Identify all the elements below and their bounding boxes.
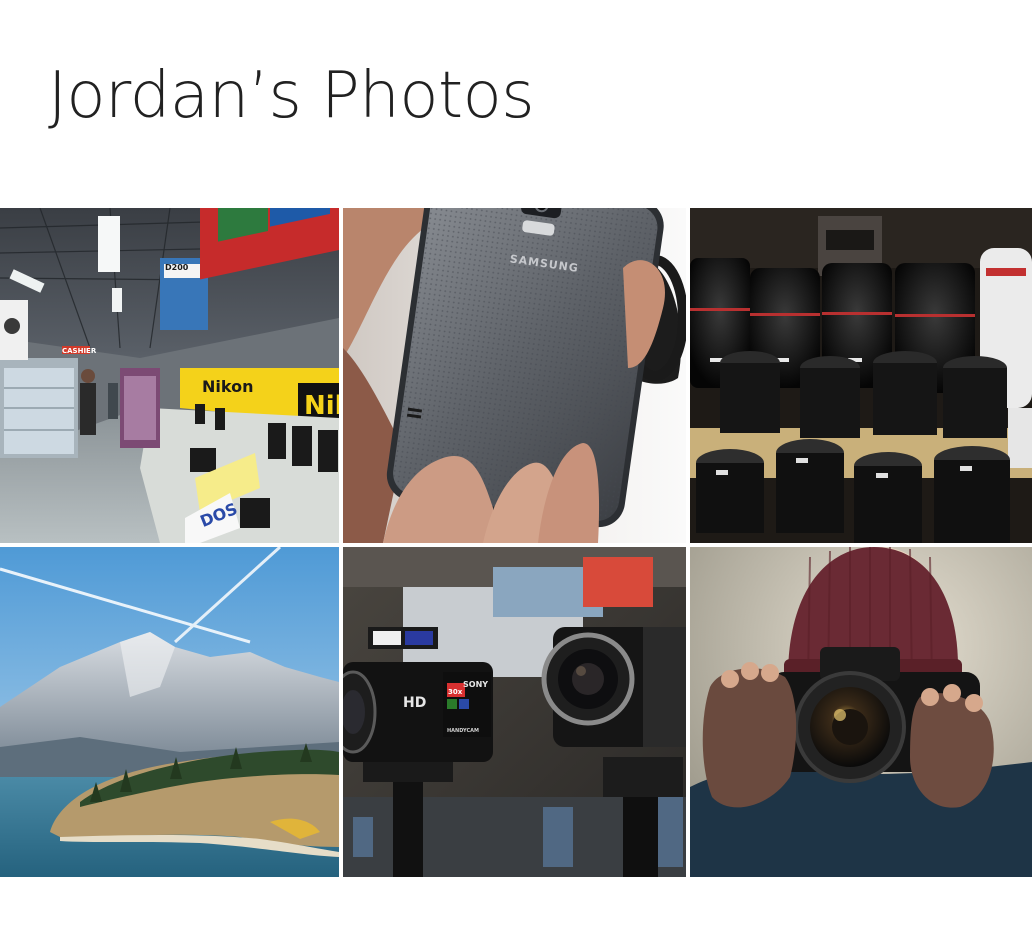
photo-tile-camera-store[interactable]: Nikon Nik DOS CASHIER D200 (0, 208, 339, 543)
camcorder-zoom-label: 30x (448, 688, 463, 696)
camcorder-handycam-label: HANDYCAM (447, 728, 479, 734)
photo-grid: Nikon Nik DOS CASHIER D200 (0, 208, 1032, 877)
mountain-lake-image (0, 547, 339, 877)
sign-nikon: Nikon (202, 377, 253, 396)
sign-nik: Nik (304, 391, 339, 421)
lens-shelf-image (690, 208, 1032, 543)
photo-gallery-page: Jordan’s Photos Nikon Ni DOS CASHIER D20… (0, 0, 1032, 941)
camcorder-hd-label: HD (403, 695, 426, 711)
camera-store-image: Nikon Nik DOS CASHIER D200 (0, 208, 339, 543)
camcorder-sony-label: SONY (463, 680, 488, 689)
photo-tile-samsung-phone[interactable]: SAMSUNG (343, 208, 686, 543)
photo-tile-lens-shelf[interactable] (690, 208, 1032, 543)
app-header: Jordan’s Photos (0, 0, 1032, 208)
photo-tile-mountain-lake[interactable] (0, 547, 339, 877)
sign-d200: D200 (165, 263, 189, 272)
sign-cashier: CASHIER (62, 347, 97, 355)
samsung-phone-image: SAMSUNG (343, 208, 686, 543)
camcorders-image: HD SONY 30x HANDYCAM (343, 547, 686, 877)
page-title: Jordan’s Photos (48, 59, 535, 133)
photographer-image (690, 547, 1032, 877)
photo-tile-photographer[interactable] (690, 547, 1032, 877)
photo-tile-camcorders[interactable]: HD SONY 30x HANDYCAM (343, 547, 686, 877)
